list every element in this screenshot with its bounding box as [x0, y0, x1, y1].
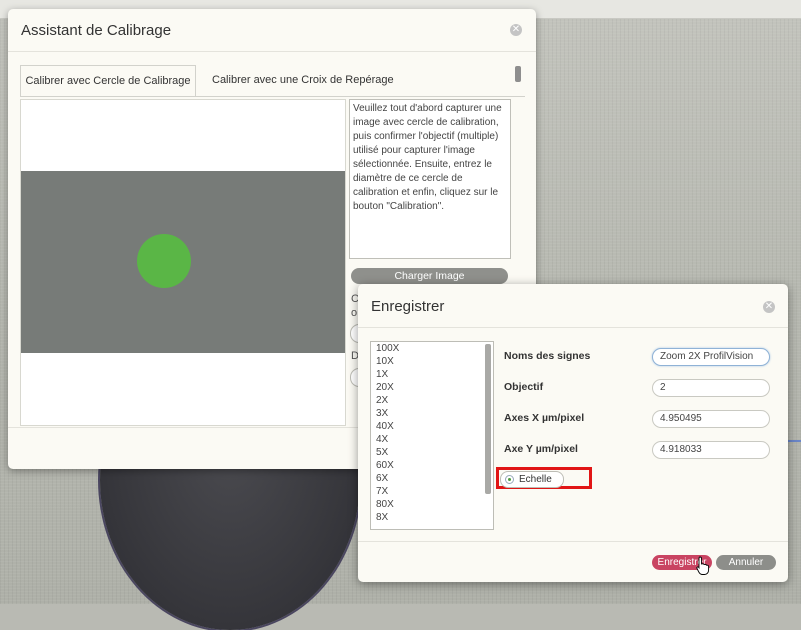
- load-image-button[interactable]: Charger Image: [351, 268, 508, 284]
- captured-image: [21, 171, 345, 353]
- list-item[interactable]: 8X: [371, 511, 493, 524]
- radio-checked-icon: [505, 475, 514, 484]
- list-item[interactable]: 2X: [371, 394, 493, 407]
- list-item[interactable]: 40X: [371, 420, 493, 433]
- tab-calibration-circle[interactable]: Calibrer avec Cercle de Calibrage: [20, 65, 196, 96]
- axis-y-label: Axe Y µm/pixel: [504, 443, 578, 455]
- list-item[interactable]: 20X: [371, 381, 493, 394]
- signs-name-input[interactable]: [652, 348, 770, 366]
- tab-underline: [20, 96, 525, 97]
- calibration-dialog-title: Assistant de Calibrage: [21, 22, 172, 39]
- list-item[interactable]: 100X: [371, 342, 493, 355]
- list-item[interactable]: 80X: [371, 498, 493, 511]
- signs-name-label: Noms des signes: [504, 350, 591, 362]
- tab-scrollbar[interactable]: [515, 66, 521, 82]
- scale-radio-label: Echelle: [519, 474, 552, 485]
- axis-x-input[interactable]: [652, 410, 770, 428]
- partial-label: o: [351, 307, 358, 319]
- scale-radio[interactable]: Echelle: [500, 471, 564, 488]
- close-icon[interactable]: ✕: [510, 24, 522, 36]
- axis-y-input[interactable]: [652, 441, 770, 459]
- tab-calibration-cross[interactable]: Calibrer avec une Croix de Repérage: [212, 65, 394, 95]
- objective-list[interactable]: 100X 10X 1X 20X 2X 3X 40X 4X 5X 60X 6X 7…: [370, 341, 494, 530]
- dialog-divider: [358, 327, 788, 328]
- list-item[interactable]: 7X: [371, 485, 493, 498]
- objective-input[interactable]: [652, 379, 770, 397]
- cancel-button[interactable]: Annuler: [716, 555, 776, 570]
- instructions-text: Veuillez tout d'abord capturer une image…: [349, 99, 511, 259]
- close-icon[interactable]: ✕: [763, 301, 775, 313]
- list-item[interactable]: 60X: [371, 459, 493, 472]
- list-item[interactable]: 4X: [371, 433, 493, 446]
- calibration-image-preview: [20, 99, 346, 426]
- list-item[interactable]: 1X: [371, 368, 493, 381]
- save-dialog-title: Enregistrer: [371, 298, 445, 315]
- list-item[interactable]: 10X: [371, 355, 493, 368]
- save-dialog: Enregistrer ✕ 100X 10X 1X 20X 2X 3X 40X …: [358, 284, 788, 582]
- background-guide-line: [786, 440, 801, 442]
- calibration-circle: [137, 234, 191, 288]
- list-item[interactable]: 5X: [371, 446, 493, 459]
- objective-label: Objectif: [504, 381, 544, 393]
- axis-x-label: Axes X µm/pixel: [504, 412, 585, 424]
- hand-cursor-icon: [696, 556, 710, 575]
- list-scrollbar[interactable]: [485, 344, 491, 494]
- dialog-footer-divider: [358, 541, 788, 542]
- list-item[interactable]: 3X: [371, 407, 493, 420]
- list-item[interactable]: 6X: [371, 472, 493, 485]
- dialog-divider: [8, 51, 536, 52]
